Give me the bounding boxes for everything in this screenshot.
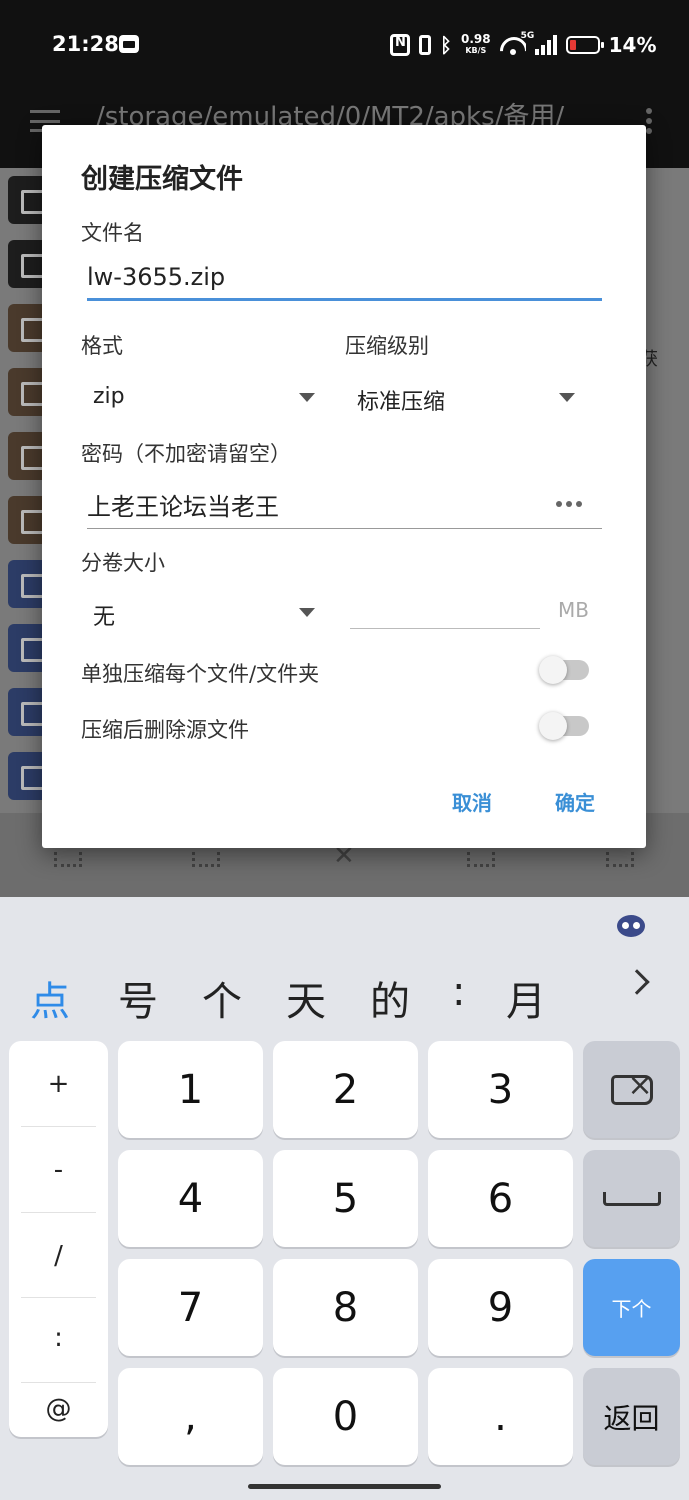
filename-label: 文件名 — [81, 221, 144, 245]
compression-level-value: 标准压缩 — [357, 390, 446, 415]
chevron-down-icon — [559, 393, 575, 402]
compress-each-label: 单独压缩每个文件/文件夹 — [81, 662, 320, 686]
battery-percent: 14% — [608, 33, 657, 57]
format-label: 格式 — [81, 334, 123, 358]
bluetooth-icon: ᛒ — [440, 33, 452, 57]
symbol-key[interactable]: - — [9, 1127, 108, 1213]
next-key[interactable]: 下个 — [583, 1259, 680, 1356]
candidate-item[interactable]: 个 — [202, 969, 242, 1027]
ok-button[interactable]: 确定 — [555, 787, 595, 816]
password-underline — [87, 528, 602, 529]
key-1[interactable]: 1 — [118, 1041, 263, 1138]
split-icon[interactable] — [467, 845, 495, 867]
battery-icon — [565, 36, 604, 54]
chevron-right-icon[interactable] — [624, 969, 650, 995]
key-4[interactable]: 4 — [118, 1150, 263, 1247]
select-all-icon[interactable] — [54, 845, 82, 867]
compression-level-select[interactable]: 标准压缩 — [345, 375, 585, 419]
keyboard-mascot-icon[interactable] — [617, 915, 645, 937]
vibrate-icon — [419, 35, 431, 55]
soft-keyboard: 点 号 个 天 的 : 月 + - / : @ 1 2 3 4 5 6 7 8 … — [0, 897, 689, 1500]
split-size-label: 分卷大小 — [81, 551, 165, 575]
candidate-item[interactable]: 的 — [370, 969, 410, 1027]
net-speed: 0.98 KB/S — [461, 32, 491, 56]
split-size-input[interactable] — [350, 590, 540, 630]
delete-source-toggle[interactable] — [539, 712, 589, 740]
symbol-key[interactable]: / — [9, 1213, 108, 1299]
space-icon — [602, 1191, 661, 1206]
filename-underline — [87, 298, 602, 301]
cancel-button[interactable]: 取消 — [452, 787, 492, 816]
nfc-icon — [390, 34, 410, 56]
split-size-value: 无 — [93, 605, 116, 630]
key-8[interactable]: 8 — [273, 1259, 418, 1356]
password-input[interactable]: 上老王论坛当老王 — [87, 487, 279, 522]
list-icon[interactable] — [606, 845, 634, 867]
candidate-item[interactable]: 月 — [506, 969, 546, 1027]
key-5[interactable]: 5 — [273, 1150, 418, 1247]
signal-icon: 5G — [521, 31, 557, 55]
compress-each-toggle[interactable] — [539, 656, 589, 684]
chevron-down-icon — [299, 393, 315, 402]
format-select[interactable]: zip — [81, 375, 321, 419]
delete-source-label: 压缩后删除源文件 — [81, 718, 249, 742]
key-comma[interactable]: , — [118, 1368, 263, 1465]
split-size-underline — [350, 628, 540, 629]
password-label: 密码（不加密请留空） — [81, 442, 291, 466]
copy-icon[interactable] — [192, 845, 220, 867]
key-0[interactable]: 0 — [273, 1368, 418, 1465]
candidate-bar: 点 号 个 天 的 : 月 — [0, 959, 689, 1025]
more-options-icon[interactable] — [646, 108, 652, 136]
backspace-icon — [610, 1068, 653, 1105]
key-7[interactable]: 7 — [118, 1259, 263, 1356]
status-icons: ᛒ 0.98 KB/S 5G 14% — [390, 31, 657, 57]
candidate-item[interactable]: 天 — [286, 969, 326, 1027]
candidate-item[interactable]: 号 — [118, 969, 158, 1027]
symbol-key[interactable]: @ — [9, 1379, 108, 1439]
key-9[interactable]: 9 — [428, 1259, 573, 1356]
notification-icon — [119, 35, 139, 53]
key-6[interactable]: 6 — [428, 1150, 573, 1247]
space-key[interactable] — [583, 1150, 680, 1247]
dialog-title: 创建压缩文件 — [81, 164, 243, 195]
format-select-value: zip — [93, 384, 125, 409]
back-key[interactable]: 返回 — [583, 1368, 680, 1465]
chevron-down-icon — [299, 608, 315, 617]
symbol-key[interactable]: + — [9, 1041, 108, 1127]
candidate-item[interactable]: : — [452, 969, 465, 1015]
password-visibility-icon[interactable] — [556, 501, 582, 507]
compression-level-label: 压缩级别 — [345, 334, 429, 358]
home-indicator[interactable] — [248, 1484, 441, 1489]
net-speed-unit: KB/S — [465, 46, 487, 55]
network-type: 5G — [520, 31, 535, 41]
status-time: 21:28 — [52, 32, 119, 56]
status-bar: 21:28 ᛒ 0.98 KB/S 5G 14% — [0, 0, 689, 90]
key-period[interactable]: . — [428, 1368, 573, 1465]
key-2[interactable]: 2 — [273, 1041, 418, 1138]
split-size-unit: MB — [558, 598, 589, 622]
backspace-key[interactable] — [583, 1041, 680, 1138]
symbol-column: + - / : @ — [9, 1041, 108, 1437]
key-3[interactable]: 3 — [428, 1041, 573, 1138]
symbol-key[interactable]: : — [9, 1295, 108, 1381]
create-archive-dialog: 创建压缩文件 文件名 lw-3655.zip 格式 压缩级别 zip 标准压缩 … — [42, 125, 646, 848]
split-size-select[interactable]: 无 — [81, 590, 321, 634]
candidate-item[interactable]: 点 — [30, 969, 70, 1027]
filename-input[interactable]: lw-3655.zip — [87, 263, 225, 291]
net-speed-value: 0.98 — [461, 32, 491, 46]
